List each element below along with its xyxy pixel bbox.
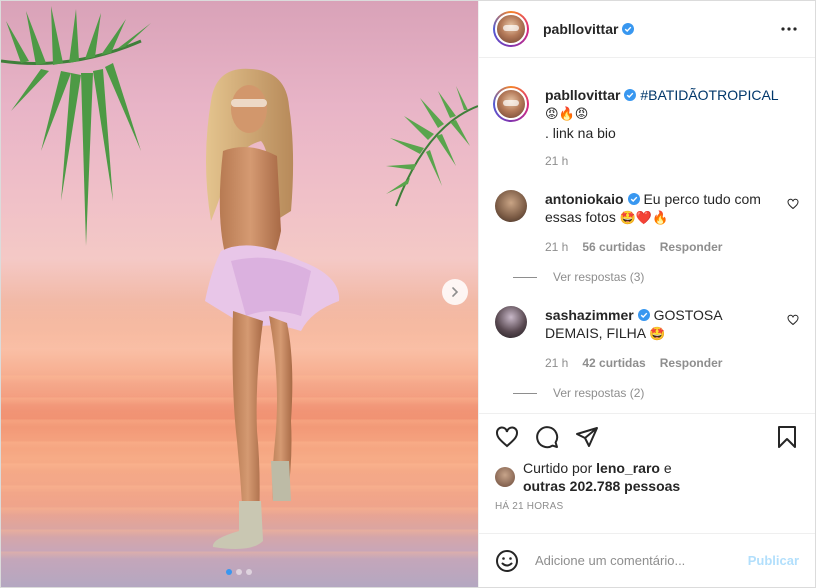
heart-icon[interactable] <box>495 425 519 449</box>
caption-avatar[interactable] <box>493 86 529 122</box>
more-options-button[interactable] <box>777 17 801 41</box>
view-replies-button[interactable]: Ver respostas (3) <box>513 270 799 284</box>
caption-username[interactable]: pabllovittar <box>545 87 620 103</box>
add-comment-bar: Publicar <box>479 533 815 587</box>
post-image[interactable] <box>1 1 478 587</box>
comment-item: sashazimmer GOSTOSA DEMAIS, FILHA 🤩 21 h… <box>495 306 799 370</box>
author-avatar-image <box>495 13 527 45</box>
comment-time[interactable]: 21 h <box>545 240 568 254</box>
carousel-dot <box>236 569 242 575</box>
replies-divider <box>513 276 537 278</box>
likes-connector: e <box>663 460 672 476</box>
liker-username[interactable]: leno_raro <box>596 460 660 476</box>
comment-likes[interactable]: 56 curtidas <box>582 240 645 254</box>
comment-bubble-icon[interactable] <box>535 425 559 449</box>
post-side-panel: pabllovittar pabllovittar #BATIDÃOTROPIC… <box>478 1 815 587</box>
caption-emojis: 😡🔥😡 <box>545 107 589 122</box>
palm-leaf-left <box>1 6 151 246</box>
reply-button[interactable]: Responder <box>660 356 723 370</box>
author-avatar[interactable] <box>493 11 529 47</box>
post-timestamp[interactable]: Há 21 horas <box>479 495 815 519</box>
more-options-icon <box>781 27 797 31</box>
likes-others[interactable]: outras 202.788 pessoas <box>523 478 680 494</box>
comment-likes[interactable]: 42 curtidas <box>582 356 645 370</box>
carousel-next-button[interactable] <box>442 279 468 305</box>
carousel-dot <box>246 569 252 575</box>
verified-badge-icon <box>627 193 640 205</box>
commenter-avatar[interactable] <box>495 306 527 338</box>
commenter-avatar[interactable] <box>495 190 527 222</box>
reply-button[interactable]: Responder <box>660 240 723 254</box>
author-username[interactable]: pabllovittar <box>543 21 618 37</box>
comment-username[interactable]: sashazimmer <box>545 307 634 323</box>
view-replies-label: Ver respostas (2) <box>553 386 645 400</box>
publish-button[interactable]: Publicar <box>748 553 799 568</box>
action-bar <box>479 413 815 459</box>
chevron-right-icon <box>452 287 459 297</box>
likes-prefix: Curtido por <box>523 460 593 476</box>
comment-emojis: 🤩❤️🔥 <box>619 211 669 226</box>
comment-username[interactable]: antoniokaio <box>545 191 624 207</box>
comment-emojis: 🤩 <box>649 327 666 342</box>
instagram-post: pabllovittar pabllovittar #BATIDÃOTROPIC… <box>0 0 816 588</box>
comment-like-icon[interactable] <box>787 314 799 326</box>
liker-avatar[interactable] <box>495 467 515 487</box>
verified-badge-icon <box>624 89 637 101</box>
paper-plane-icon[interactable] <box>575 425 599 449</box>
replies-divider <box>513 392 537 394</box>
comment-item: antoniokaio Eu perco tudo com essas foto… <box>495 190 799 254</box>
verified-badge-icon <box>622 23 635 35</box>
view-replies-label: Ver respostas (3) <box>553 270 645 284</box>
verified-badge-icon <box>637 309 650 321</box>
comments-section: pabllovittar #BATIDÃOTROPICAL 😡🔥😡 . link… <box>479 58 815 413</box>
carousel-dot <box>226 569 232 575</box>
likes-summary: Curtido por leno_raro e outras 202.788 p… <box>479 459 815 495</box>
bookmark-icon[interactable] <box>775 425 799 449</box>
comment-like-icon[interactable] <box>787 198 799 210</box>
caption-hashtag[interactable]: #BATIDÃOTROPICAL <box>640 87 778 103</box>
model-figure <box>205 68 340 549</box>
carousel-dots <box>226 569 252 575</box>
palm-leaf-right <box>386 86 478 207</box>
smiley-icon[interactable] <box>495 549 519 573</box>
comment-time[interactable]: 21 h <box>545 356 568 370</box>
caption-text: . link na bio <box>545 125 616 141</box>
caption-avatar-image <box>495 88 527 120</box>
post-header: pabllovittar <box>479 1 815 58</box>
comment-input[interactable] <box>535 553 748 568</box>
caption-time[interactable]: 21 h <box>545 154 568 168</box>
view-replies-button[interactable]: Ver respostas (2) <box>513 386 799 400</box>
caption: pabllovittar #BATIDÃOTROPICAL 😡🔥😡 . link… <box>493 74 799 168</box>
